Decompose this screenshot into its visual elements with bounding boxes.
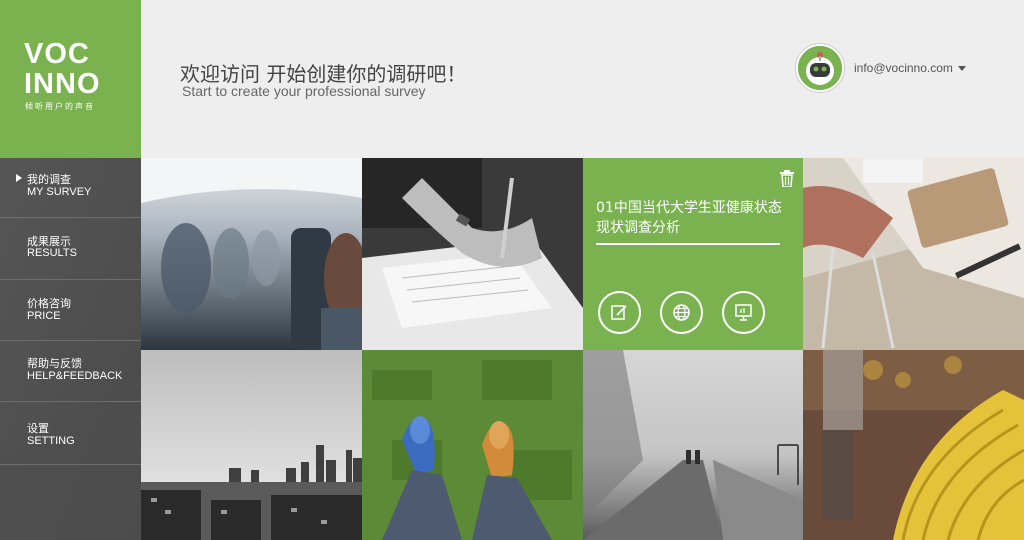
sidebar-item-label-en: MY SURVEY [27, 186, 92, 198]
brand-logo[interactable]: VOC INNO 倾听用户的声音 [0, 0, 141, 158]
divider [596, 243, 780, 245]
chevron-down-icon [957, 66, 966, 72]
city-skyline-photo [141, 350, 362, 540]
sidebar-item-label-en: RESULTS [27, 247, 77, 259]
active-arrow-icon [16, 174, 22, 182]
robot-avatar-icon [798, 46, 842, 90]
logo-text-voc: VOC [24, 38, 90, 70]
sidebar-item-setting[interactable]: 设置 SETTING [0, 402, 141, 465]
airplane-cabin-photo [141, 158, 362, 350]
tile-sneakers-grass[interactable] [362, 350, 583, 540]
sneakers-on-grass-photo [362, 350, 583, 540]
tile-desk-workspace[interactable] [803, 158, 1024, 350]
present-survey-button[interactable] [722, 291, 765, 334]
tile-writing-hand[interactable] [362, 158, 583, 350]
sidebar-item-price[interactable]: 价格咨询 PRICE [0, 280, 141, 341]
sidebar-item-label-en: PRICE [27, 310, 61, 322]
avatar[interactable] [796, 44, 844, 92]
foggy-walkway-photo [583, 350, 803, 540]
publish-survey-button[interactable] [660, 291, 703, 334]
edit-icon [611, 305, 627, 320]
survey-title[interactable]: 01中国当代大学生亚健康状态现状调查分析 [596, 198, 786, 238]
sidebar-item-help-feedback[interactable]: 帮助与反馈 HELP&FEEDBACK [0, 341, 141, 402]
sidebar-item-results[interactable]: 成果展示 RESULTS [0, 218, 141, 280]
sidebar-item-label-en: SETTING [27, 435, 75, 447]
account-menu[interactable]: info@vocinno.com [854, 61, 966, 75]
banana-market-photo [803, 350, 1024, 540]
survey-card[interactable]: 01中国当代大学生亚健康状态现状调查分析 [583, 158, 803, 350]
globe-icon [673, 304, 690, 321]
sidebar-item-my-survey[interactable]: 我的调查 MY SURVEY [0, 158, 141, 218]
trash-icon[interactable] [780, 170, 794, 187]
edit-survey-button[interactable] [598, 291, 641, 334]
sidebar-item-label-cn: 帮助与反馈 [27, 357, 82, 370]
tile-foggy-walkway[interactable] [583, 350, 803, 540]
tile-banana-market[interactable] [803, 350, 1024, 540]
logo-text-inno: INNO [24, 68, 101, 100]
sidebar-item-label-en: HELP&FEEDBACK [27, 370, 123, 382]
sidebar-item-label-cn: 价格咨询 [27, 297, 71, 310]
account-email: info@vocinno.com [854, 61, 953, 75]
present-icon [735, 304, 752, 321]
tile-airplane-cabin[interactable] [141, 158, 362, 350]
welcome-subtitle: Start to create your professional survey [182, 83, 426, 99]
sidebar-nav: 我的调查 MY SURVEY 成果展示 RESULTS 价格咨询 PRICE 帮… [0, 158, 141, 540]
writing-hand-photo [362, 158, 583, 350]
page-header: 欢迎访问 开始创建你的调研吧！ Start to create your pro… [141, 0, 1024, 158]
sidebar-item-label-cn: 设置 [27, 422, 49, 435]
logo-tagline: 倾听用户的声音 [25, 102, 95, 111]
tile-city-skyline[interactable] [141, 350, 362, 540]
sidebar-item-label-cn: 我的调查 [27, 173, 71, 186]
desk-workspace-photo [803, 158, 1024, 350]
